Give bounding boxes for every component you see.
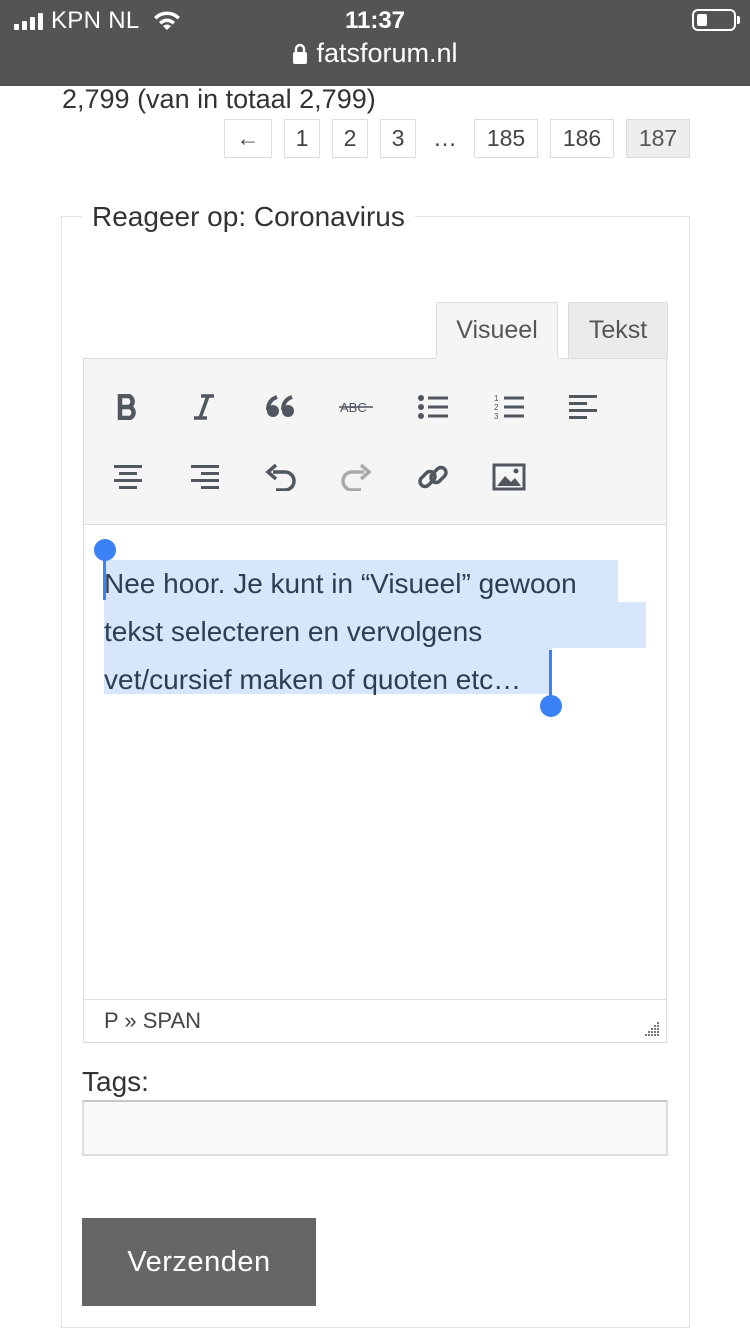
image-icon (492, 463, 526, 491)
svg-text:1: 1 (494, 394, 499, 403)
pagination: ← 1 2 3 … 185 186 187 (224, 119, 690, 158)
address-bar[interactable]: fatsforum.nl (0, 38, 750, 69)
battery-icon (692, 9, 740, 31)
blockquote-button[interactable] (259, 385, 303, 429)
resize-handle-icon[interactable] (642, 1019, 660, 1037)
insert-image-button[interactable] (487, 455, 531, 499)
pagination-page-185[interactable]: 185 (474, 119, 538, 158)
tags-input[interactable] (82, 1100, 668, 1156)
align-right-icon (191, 465, 219, 489)
pagination-page-2[interactable]: 2 (332, 119, 368, 158)
pagination-page-187-current: 187 (626, 119, 690, 158)
pagination-prev-button[interactable]: ← (224, 119, 272, 158)
link-button[interactable] (411, 455, 455, 499)
svg-text:3: 3 (494, 412, 499, 421)
redo-button[interactable] (334, 455, 378, 499)
align-center-button[interactable] (106, 455, 150, 499)
editor-line-1: Nee hoor. Je kunt in “Visueel” gewoon (104, 568, 577, 599)
strikethrough-button[interactable]: ABC (334, 385, 378, 429)
reply-form-legend: Reageer op: Coronavirus (82, 201, 415, 233)
editor-toolbar: ABC 1 2 3 (83, 358, 667, 525)
numbered-list-button[interactable]: 1 2 3 (487, 385, 531, 429)
tab-text[interactable]: Tekst (568, 302, 668, 359)
editor-path-bar: P » SPAN (83, 999, 667, 1043)
editor-line-3: vet/cursief maken of quoten etc… (104, 664, 522, 695)
bullet-list-icon (418, 395, 448, 419)
editor-selected-text[interactable]: Nee hoor. Je kunt in “Visueel” gewoon te… (104, 560, 644, 704)
align-left-button[interactable] (562, 385, 606, 429)
link-icon (418, 465, 448, 489)
pagination-ellipsis: … (433, 124, 457, 152)
lock-icon (293, 43, 308, 64)
selection-end-handle[interactable] (540, 695, 562, 717)
pagination-page-3[interactable]: 3 (380, 119, 416, 158)
italic-icon (194, 394, 214, 420)
strikethrough-icon: ABC (339, 400, 373, 415)
pagination-page-1[interactable]: 1 (284, 119, 320, 158)
browser-top-bar: KPN NL 11:37 fatsforum.nl (0, 0, 750, 86)
bold-button[interactable] (106, 385, 150, 429)
align-center-icon (114, 465, 142, 489)
undo-button[interactable] (259, 455, 303, 499)
align-left-icon (569, 395, 597, 419)
element-path: P » SPAN (104, 1008, 202, 1033)
editor-line-2: tekst selecteren en vervolgens (104, 616, 483, 647)
italic-button[interactable] (182, 385, 226, 429)
svg-text:2: 2 (494, 403, 499, 412)
tab-visual[interactable]: Visueel (436, 302, 558, 359)
numbered-list-icon: 1 2 3 (494, 394, 524, 421)
reply-count-summary: 2,799 (van in totaal 2,799) (62, 84, 376, 114)
bullet-list-button[interactable] (411, 385, 455, 429)
redo-icon (341, 463, 372, 491)
pagination-page-186[interactable]: 186 (550, 119, 614, 158)
submit-button[interactable]: Verzenden (82, 1218, 316, 1306)
blockquote-icon (266, 395, 294, 417)
bold-icon (117, 394, 136, 420)
undo-icon (265, 463, 296, 491)
align-right-button[interactable] (182, 455, 226, 499)
tags-label: Tags: (82, 1066, 149, 1097)
url-text: fatsforum.nl (316, 38, 458, 68)
clock: 11:37 (344, 7, 406, 34)
selection-start-handle[interactable] (94, 539, 116, 561)
